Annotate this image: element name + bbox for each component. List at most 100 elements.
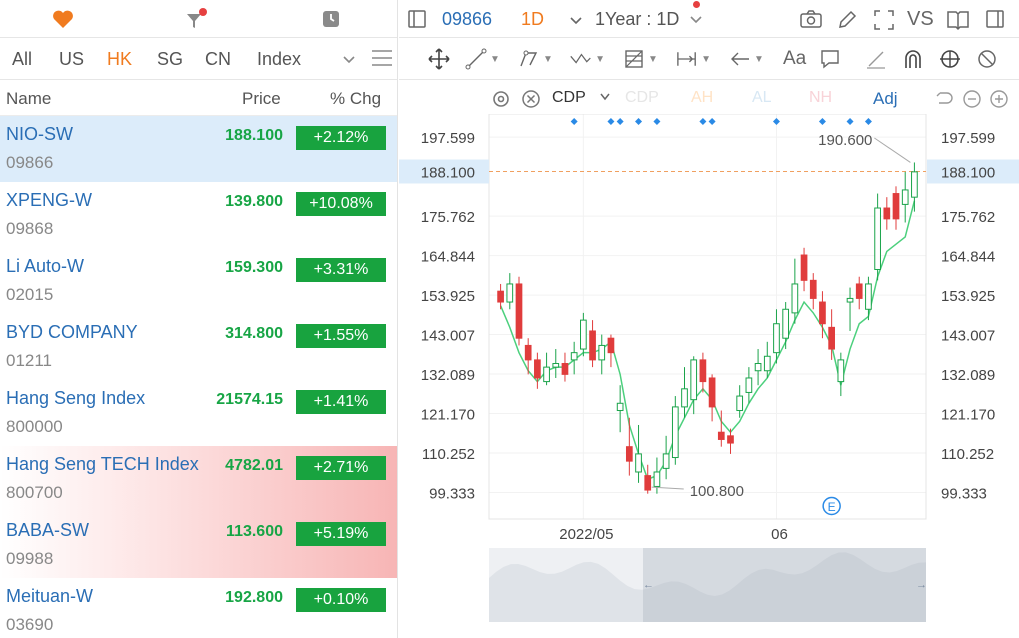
candle-body	[625, 446, 633, 462]
watchlist-row-baba[interactable]: BABA-SW 09988 113.600 +5.19%	[0, 512, 397, 578]
undo-icon[interactable]	[934, 89, 954, 114]
chevron-down-icon[interactable]	[569, 12, 583, 33]
candle-body	[561, 363, 569, 375]
panel-icon[interactable]	[985, 9, 1005, 34]
indicator-selector[interactable]: CDP	[552, 89, 586, 107]
range-selector[interactable]: 1Year : 1D	[595, 9, 679, 30]
stock-name: NIO-SW	[6, 124, 73, 144]
y-tick-label: 197.599	[941, 130, 995, 147]
candle-body	[745, 377, 753, 393]
zoom-in-icon[interactable]	[989, 89, 1009, 114]
compare-button[interactable]: VS	[907, 8, 934, 31]
polyline-tool-icon[interactable]: ▼	[518, 46, 554, 72]
tab-index[interactable]: Index	[257, 49, 301, 70]
event-marker	[607, 118, 615, 125]
magnet-icon[interactable]	[902, 46, 938, 72]
symbol-label[interactable]: 09866	[442, 9, 492, 30]
watchlist-row-meituan[interactable]: Meituan-W 03690 192.800 +0.10%	[0, 578, 397, 638]
range-chevron-icon[interactable]	[689, 11, 703, 32]
clock-icon[interactable]	[318, 7, 344, 31]
candle-body	[671, 406, 679, 459]
candle	[901, 171, 909, 223]
watchlist-panel: All US HK SG CN Index Name Price % Chg N…	[0, 0, 398, 638]
adjust-button[interactable]: Adj	[873, 89, 898, 109]
watchlist-row-hstech[interactable]: Hang Seng TECH Index 800700 4782.01 +2.7…	[0, 446, 397, 512]
navigator-handle-left: ←	[643, 579, 654, 591]
heart-icon[interactable]	[50, 7, 76, 31]
notification-dot	[693, 1, 700, 8]
candle-body	[809, 279, 817, 299]
y-tick-label: 121.170	[941, 407, 995, 424]
zoom-out-icon[interactable]	[962, 89, 982, 114]
camera-icon[interactable]	[799, 9, 823, 34]
tab-hk[interactable]: HK	[107, 49, 132, 70]
y-tick-label: 164.844	[421, 249, 475, 266]
ruler-icon[interactable]	[865, 46, 901, 72]
candle	[883, 197, 891, 230]
interval-selector[interactable]: 1D	[521, 9, 544, 30]
candle-body	[506, 283, 514, 303]
navigator-window	[643, 548, 926, 622]
candle	[534, 352, 541, 389]
candle-body	[497, 290, 504, 303]
stock-code: 09868	[6, 219, 54, 238]
layout-icon[interactable]	[407, 9, 427, 34]
navigator[interactable]: ← →	[489, 548, 927, 622]
legend-cdp: CDP	[625, 89, 659, 106]
stock-price: 113.600	[226, 523, 283, 540]
candle-body	[901, 189, 909, 205]
filter-icon[interactable]	[183, 7, 209, 31]
lock-icon[interactable]	[938, 46, 974, 72]
y-tick-label: 99.333	[941, 485, 987, 502]
watchlist-row-li-auto[interactable]: Li Auto-W 02015 159.300 +3.31%	[0, 248, 397, 314]
y-axis-left: 197.599 175.762 164.844 153.925 143.007 132.0…	[421, 130, 475, 502]
arrow-tool-icon[interactable]: ▼	[729, 46, 765, 72]
tab-us[interactable]: US	[59, 49, 84, 70]
tab-all[interactable]: All	[12, 49, 32, 70]
chart-header: 09866 1D 1Year : 1D VS	[399, 0, 1019, 38]
tab-sg[interactable]: SG	[157, 49, 183, 70]
chevron-down-icon[interactable]	[342, 51, 356, 72]
y-tick-label: 153.925	[421, 288, 475, 305]
wave-tool-icon[interactable]: ▼	[569, 46, 605, 72]
column-price[interactable]: Price	[242, 89, 281, 109]
candle-body	[534, 359, 541, 379]
candle-body	[653, 471, 661, 487]
candle	[598, 334, 606, 375]
y-tick-label: 121.170	[421, 407, 475, 424]
price-tag-left: 188.100	[421, 164, 475, 181]
candle-body	[782, 308, 790, 339]
settings-icon[interactable]	[491, 89, 511, 114]
indicator-chevron-icon[interactable]	[599, 90, 611, 108]
watchlist-row-hsi[interactable]: Hang Seng Index 800000 21574.15 +1.41%	[0, 380, 397, 446]
menu-icon[interactable]	[371, 49, 393, 72]
watchlist-row-byd[interactable]: BYD COMPANY 01211 314.800 +1.55%	[0, 314, 397, 380]
fib-tool-icon[interactable]: ▼	[623, 46, 659, 72]
y-tick-label: 153.925	[941, 288, 995, 305]
measure-tool-icon[interactable]: ▼	[675, 46, 711, 72]
candle-body	[616, 402, 624, 412]
tab-cn[interactable]: CN	[205, 49, 231, 70]
column-name[interactable]: Name	[6, 89, 51, 109]
column-change[interactable]: % Chg	[330, 89, 381, 109]
book-icon[interactable]	[946, 9, 970, 36]
watchlist-row-xpeng[interactable]: XPENG-W 09868 139.800 +10.08%	[0, 182, 397, 248]
candle-body	[589, 330, 596, 361]
fullscreen-icon[interactable]	[873, 9, 895, 36]
line-tool-icon[interactable]: ▼	[465, 46, 501, 72]
note-tool-icon[interactable]	[819, 46, 855, 72]
stock-name: BABA-SW	[6, 520, 90, 540]
close-circle-icon[interactable]	[521, 89, 541, 114]
text-tool-icon[interactable]: Aa	[783, 46, 819, 72]
candle-body	[800, 254, 808, 281]
candle	[754, 349, 762, 386]
stock-price: 21574.15	[216, 391, 283, 408]
candle-body	[791, 283, 799, 314]
event-marker	[570, 118, 578, 125]
move-icon[interactable]	[427, 46, 463, 72]
hide-icon[interactable]	[976, 46, 1012, 72]
price-chart[interactable]: 197.599 175.762 164.844 153.925 143.007 132.0…	[399, 114, 1019, 638]
pencil-icon[interactable]	[836, 9, 858, 36]
watchlist-row-nio[interactable]: NIO-SW 09866 188.100 +2.12%	[0, 116, 397, 182]
candle-body	[828, 326, 835, 350]
